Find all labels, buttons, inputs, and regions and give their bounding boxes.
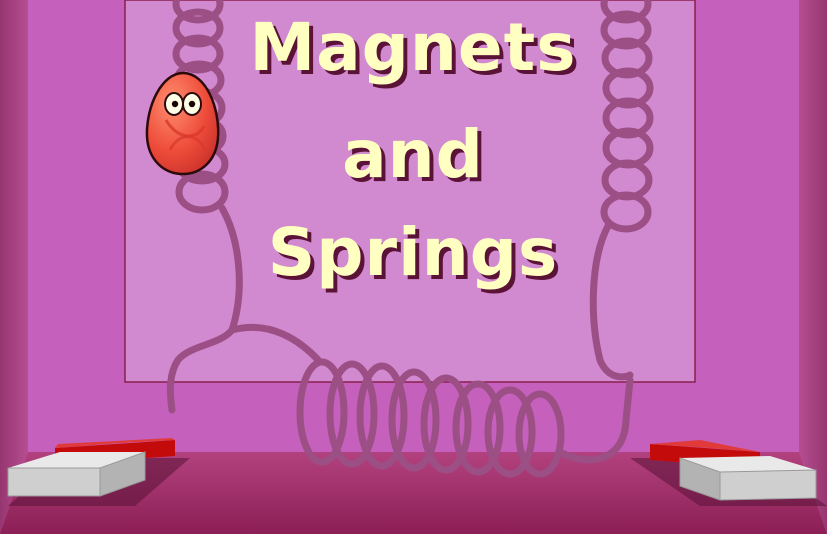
scene-canvas: Magnets Magnets and and Springs Springs: [0, 0, 827, 534]
title-line-2: and: [342, 116, 484, 193]
title-line-1: Magnets: [249, 9, 576, 86]
title-line-3: Springs: [268, 214, 558, 291]
room-right-wall: [799, 0, 827, 534]
room-left-wall: [0, 0, 28, 534]
game-stage: Magnets Magnets and and Springs Springs: [0, 0, 827, 534]
